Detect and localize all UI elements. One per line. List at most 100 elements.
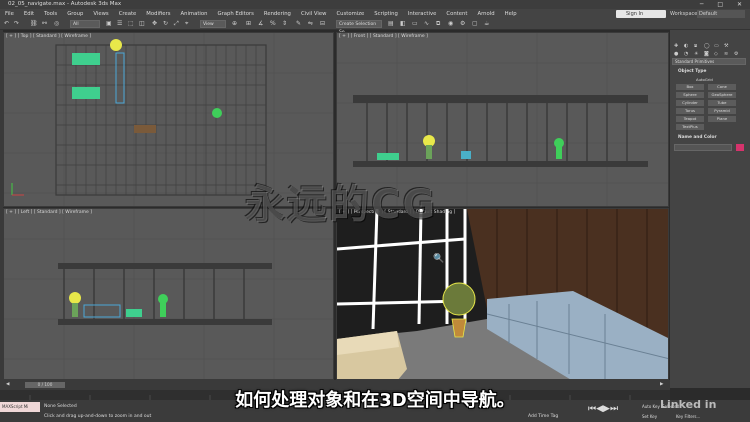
redo-icon[interactable]: ↷ xyxy=(14,20,19,28)
set-key-button[interactable]: Set Key xyxy=(642,414,657,419)
main-toolbar: ↶ ↷ ⛓ ⚯ ◎ All ▣ ☰ ⬚ ◫ ✥ ↻ ⤢ ⌖ View ⊕ ⊞ ∡… xyxy=(0,19,750,35)
menu-views[interactable]: Views xyxy=(88,9,113,19)
pyramid-button[interactable]: Pyramid xyxy=(708,108,736,114)
sphere-button[interactable]: Sphere xyxy=(676,92,704,98)
menu-file[interactable]: File xyxy=(0,9,19,19)
window-controls[interactable]: ─ □ ✕ xyxy=(700,0,748,9)
menu-modifiers[interactable]: Modifiers xyxy=(141,9,175,19)
lights-icon[interactable]: ☀ xyxy=(694,50,698,58)
command-panel: ✚ ◐ ⧈ ◯ ▭ ⚒ ● ◔ ☀ ◙ ◇ ≋ ⚙ Standard Primi… xyxy=(670,30,750,388)
primitive-type-select[interactable]: Standard Primitives xyxy=(672,58,746,65)
hierarchy-tab-icon[interactable]: ⧈ xyxy=(694,42,697,50)
torus-button[interactable]: Torus xyxy=(676,108,704,114)
selection-filter[interactable]: All xyxy=(70,20,100,28)
create-tab-icon[interactable]: ✚ xyxy=(674,42,678,50)
systems-icon[interactable]: ⚙ xyxy=(734,50,738,58)
menu-content[interactable]: Content xyxy=(441,9,472,19)
geometry-icon[interactable]: ● xyxy=(674,50,678,58)
rotate-icon[interactable]: ↻ xyxy=(163,20,168,28)
window-title: 02_05_navigate.max - Autodesk 3ds Max xyxy=(8,1,122,7)
plane-button[interactable]: Plane xyxy=(708,116,736,122)
named-selection-set[interactable]: Create Selection Se xyxy=(336,20,382,35)
object-name-field[interactable] xyxy=(674,144,732,151)
geosphere-button[interactable]: GeoSphere xyxy=(708,92,736,98)
snap-toggle-icon[interactable]: ⊞ xyxy=(246,20,251,28)
display-tab-icon[interactable]: ▭ xyxy=(714,42,719,50)
linkedin-logo: Linked in xyxy=(660,398,717,411)
select-object-icon[interactable]: ▣ xyxy=(106,20,112,28)
undo-icon[interactable]: ↶ xyxy=(4,20,9,28)
shapes-icon[interactable]: ◔ xyxy=(684,50,688,58)
window-crossing-icon[interactable]: ◫ xyxy=(139,20,145,28)
mirror-icon[interactable]: ⇋ xyxy=(308,20,313,28)
add-time-tag-button[interactable]: Add Time Tag xyxy=(528,414,558,419)
menu-scripting[interactable]: Scripting xyxy=(369,9,403,19)
utilities-tab-icon[interactable]: ⚒ xyxy=(724,42,728,50)
rectangle-select-icon[interactable]: ⬚ xyxy=(128,20,134,28)
align-icon[interactable]: ⊟ xyxy=(320,20,325,28)
unlink-icon[interactable]: ⚯ xyxy=(42,20,47,28)
menu-animation[interactable]: Animation xyxy=(175,9,212,19)
tube-button[interactable]: Tube xyxy=(708,100,736,106)
cylinder-button[interactable]: Cylinder xyxy=(676,100,704,106)
viewport-left[interactable]: [ + ] [ Left ] [ Standard ] [ Wireframe … xyxy=(3,208,334,380)
left-view-wireframe xyxy=(4,209,333,379)
spinner-snap-icon[interactable]: ⇕ xyxy=(282,20,287,28)
prompt-line: Click and drag up-and-down to zoom in an… xyxy=(44,414,152,419)
render-production-icon[interactable]: ☕ xyxy=(484,20,489,28)
cone-button[interactable]: Cone xyxy=(708,84,736,90)
watermark-text: 永远的CG xyxy=(245,182,438,228)
menu-help[interactable]: Help xyxy=(500,9,522,19)
video-subtitle: 如何处理对象和在3D空间中导航。 xyxy=(235,390,515,411)
render-setup-icon[interactable]: ⚙ xyxy=(460,20,465,28)
angle-snap-icon[interactable]: ∡ xyxy=(258,20,263,28)
curve-editor-icon[interactable]: ∿ xyxy=(424,20,429,28)
menu-interactive[interactable]: Interactive xyxy=(403,9,442,19)
menu-customize[interactable]: Customize xyxy=(331,9,369,19)
menu-graph-editors[interactable]: Graph Editors xyxy=(213,9,259,19)
scale-icon[interactable]: ⤢ xyxy=(174,20,179,28)
autogrid-checkbox[interactable]: AutoGrid xyxy=(696,77,713,82)
object-color-swatch[interactable] xyxy=(736,144,744,151)
menu-create[interactable]: Create xyxy=(114,9,142,19)
svg-text:🔍: 🔍 xyxy=(433,252,444,264)
object-type-header[interactable]: Object Type xyxy=(678,69,706,74)
move-icon[interactable]: ✥ xyxy=(152,20,157,28)
viewport-perspective[interactable]: 🔍 [ + ] [ Perspective ] [ Standard ] [ D… xyxy=(336,208,669,380)
menu-bar: File Edit Tools Group Views Create Modifiers An… xyxy=(0,9,750,19)
schematic-view-icon[interactable]: ⧉ xyxy=(436,20,440,28)
cameras-icon[interactable]: ◙ xyxy=(704,50,709,58)
placement-icon[interactable]: ⌖ xyxy=(185,20,188,28)
select-by-name-icon[interactable]: ☰ xyxy=(117,20,122,28)
percent-snap-icon[interactable]: % xyxy=(270,20,276,28)
ribbon-icon[interactable]: ▭ xyxy=(412,20,418,28)
edit-named-selection-icon[interactable]: ✎ xyxy=(296,20,301,28)
pivot-center-icon[interactable]: ⊕ xyxy=(232,20,237,28)
rendered-frame-window-icon[interactable]: ▢ xyxy=(472,20,478,28)
helpers-icon[interactable]: ◇ xyxy=(714,50,718,58)
textplus-button[interactable]: TextPlus xyxy=(676,124,704,130)
menu-arnold[interactable]: Arnold xyxy=(472,9,499,19)
link-icon[interactable]: ⛓ xyxy=(30,20,38,28)
workspace-select[interactable]: Default xyxy=(697,10,745,18)
scene-explorer-icon[interactable]: ▤ xyxy=(388,20,394,28)
teapot-button[interactable]: Teapot xyxy=(676,116,704,122)
title-bar: 02_05_navigate.max - Autodesk 3ds Max ─ … xyxy=(0,0,750,9)
box-button[interactable]: Box xyxy=(676,84,704,90)
menu-edit[interactable]: Edit xyxy=(19,9,39,19)
reference-coordinate-select[interactable]: View xyxy=(200,20,226,28)
menu-rendering[interactable]: Rendering xyxy=(259,9,296,19)
motion-tab-icon[interactable]: ◯ xyxy=(704,42,710,50)
modify-tab-icon[interactable]: ◐ xyxy=(684,42,688,50)
layer-explorer-icon[interactable]: ◧ xyxy=(400,20,406,28)
bind-space-warp-icon[interactable]: ◎ xyxy=(54,20,59,28)
material-editor-icon[interactable]: ◉ xyxy=(448,20,453,28)
spacewarps-icon[interactable]: ≋ xyxy=(724,50,728,58)
key-filters-button[interactable]: Key Filters... xyxy=(676,414,700,419)
menu-civil-view[interactable]: Civil View xyxy=(296,9,332,19)
menu-group[interactable]: Group xyxy=(62,9,88,19)
name-and-color-header[interactable]: Name and Color xyxy=(678,135,717,140)
menu-tools[interactable]: Tools xyxy=(39,9,62,19)
sign-in-button[interactable]: Sign In xyxy=(616,10,666,18)
perspective-scene: 🔍 xyxy=(337,209,668,379)
